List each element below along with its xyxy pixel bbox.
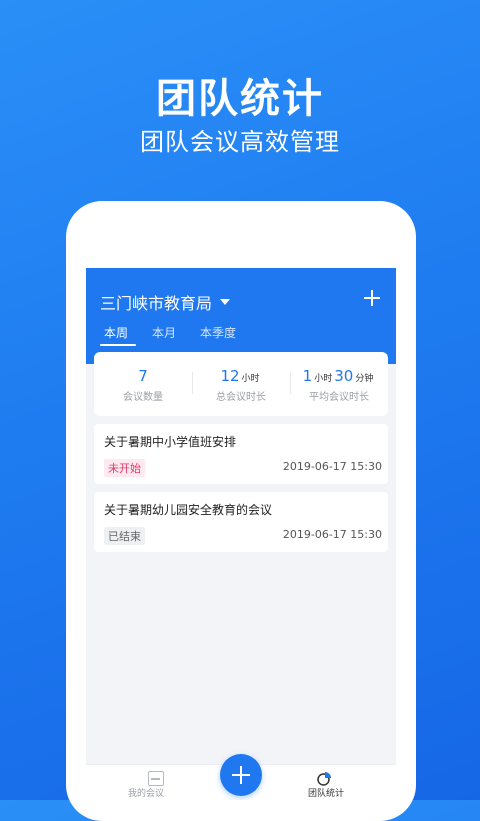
meeting-title: 关于暑期中小学值班安排 xyxy=(104,435,237,449)
average-hours-value: 1 xyxy=(302,367,313,385)
caret-down-icon xyxy=(220,299,231,305)
nav-my-meetings-label: 我的会议 xyxy=(127,789,164,799)
meeting-list-icon xyxy=(148,771,164,786)
total-duration-value: 12 xyxy=(220,367,240,385)
org-name: 三门峡市教育局 xyxy=(100,294,213,313)
org-selector[interactable]: 三门峡市教育局 xyxy=(100,290,231,314)
total-duration-label: 总会议时长 xyxy=(216,392,266,403)
stat-average-duration: 1 小时 30 分钟 平均会议时长 xyxy=(290,352,388,416)
meeting-card[interactable]: 关于暑期中小学值班安排 未开始 2019-06-17 15:30 xyxy=(94,424,388,484)
tab-this-month[interactable]: 本月 xyxy=(140,324,188,346)
add-button[interactable] xyxy=(362,288,382,308)
average-hours-unit: 小时 xyxy=(314,374,333,384)
stats-card: 7 会议数量 12 小时 总会议时长 1 小时 30 分钟 平均会议时长 xyxy=(94,352,388,416)
pie-chart-icon xyxy=(317,772,331,786)
meeting-title: 关于暑期幼儿园安全教育的会议 xyxy=(104,503,273,517)
app-screen: 三门峡市教育局 本周 本月 本季度 7 会议数量 12 小时 总会议时长 1 小时 3… xyxy=(86,268,396,800)
stat-total-duration: 12 小时 总会议时长 xyxy=(192,352,290,416)
promo-subtitle: 团队会议高效管理 xyxy=(140,128,340,156)
stat-meeting-count: 7 会议数量 xyxy=(94,352,192,416)
create-meeting-button[interactable] xyxy=(220,754,262,796)
status-badge: 未开始 xyxy=(104,459,145,477)
tab-this-quarter[interactable]: 本季度 xyxy=(188,324,248,346)
meeting-time: 2019-06-17 15:30 xyxy=(282,528,382,541)
tab-this-week[interactable]: 本周 xyxy=(86,324,140,346)
app-header: 三门峡市教育局 本周 本月 本季度 xyxy=(86,268,396,364)
average-minutes-value: 30 xyxy=(334,367,354,385)
meeting-count-value: 7 xyxy=(138,367,148,385)
nav-my-meetings[interactable]: 我的会议 xyxy=(96,765,196,800)
total-duration-unit: 小时 xyxy=(241,374,260,384)
period-tabs: 本周 本月 本季度 xyxy=(86,324,248,348)
meeting-count-label: 会议数量 xyxy=(123,392,163,403)
status-badge: 已结束 xyxy=(104,527,145,545)
promo-title: 团队统计 xyxy=(156,76,324,122)
average-minutes-unit: 分钟 xyxy=(355,374,374,384)
meeting-time: 2019-06-17 15:30 xyxy=(282,460,382,473)
meeting-card[interactable]: 关于暑期幼儿园安全教育的会议 已结束 2019-06-17 15:30 xyxy=(94,492,388,552)
average-duration-label: 平均会议时长 xyxy=(309,392,369,403)
nav-team-stats-label: 团队统计 xyxy=(307,789,344,799)
